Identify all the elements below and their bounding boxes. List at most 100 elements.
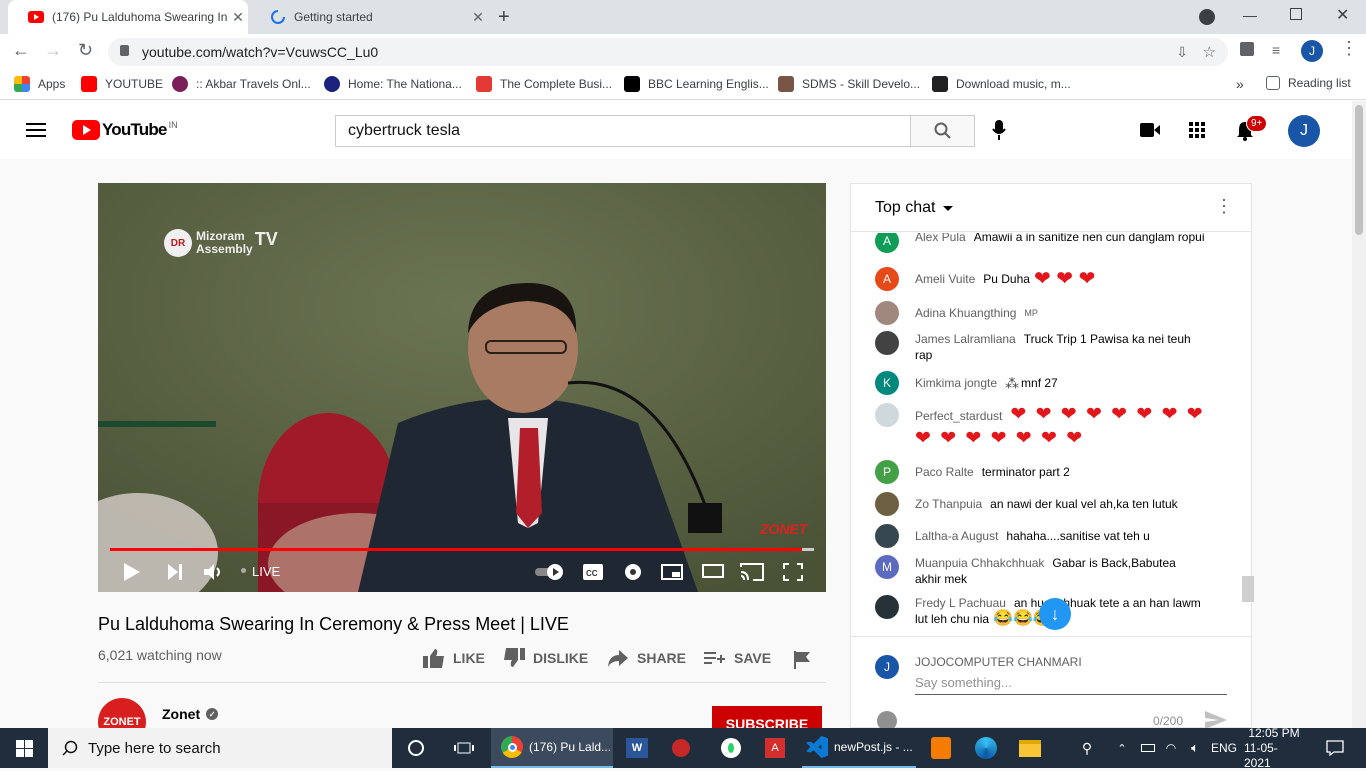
menu-kebab-icon[interactable]: ⋮ <box>1340 38 1358 59</box>
top-chat-dropdown[interactable]: Top chat <box>875 199 954 217</box>
bookmark-national[interactable]: Home: The Nationa... <box>324 76 462 92</box>
battery-icon[interactable] <box>1138 728 1158 768</box>
member-badge: MP <box>1024 308 1038 318</box>
tab-getting-started[interactable]: Getting started ✕ <box>250 0 488 34</box>
live-label[interactable]: LIVE <box>252 564 280 579</box>
chat-author: Ameli Vuite <box>915 272 976 286</box>
cortana-icon[interactable] <box>398 728 434 768</box>
chat-scrollbar[interactable] <box>1240 233 1254 636</box>
action-center-icon[interactable] <box>1320 728 1350 768</box>
voice-search-icon[interactable] <box>992 120 1006 145</box>
reading-list-button[interactable]: Reading list <box>1266 76 1351 90</box>
new-tab-icon[interactable]: + <box>498 6 510 29</box>
tab-close-icon[interactable]: ✕ <box>228 9 248 26</box>
autoplay-toggle[interactable] <box>535 563 565 586</box>
taskbar-chrome-button[interactable]: (176) Pu Lald... <box>491 728 613 768</box>
search-input[interactable]: cybertruck tesla <box>335 115 911 147</box>
apps-grid-icon[interactable] <box>1189 122 1205 143</box>
cast-icon[interactable] <box>740 563 764 586</box>
bookmark-youtube[interactable]: YOUTUBE <box>81 76 163 92</box>
chat-menu-kebab-icon[interactable]: ⋮ <box>1215 196 1233 217</box>
thumbs-up-icon <box>423 649 444 668</box>
volume-icon[interactable] <box>204 563 222 586</box>
bookmark-star-icon[interactable]: ☆ <box>1203 43 1216 61</box>
tab-close-icon[interactable]: ✕ <box>468 9 488 26</box>
captions-icon[interactable]: CC <box>583 564 603 585</box>
dislike-button[interactable]: DISLIKE <box>503 648 588 668</box>
chat-author: James Lalramliana <box>915 332 1016 346</box>
video-player[interactable]: DR Mizoram Assembly TV ZONET LIVE CC <box>98 183 826 592</box>
whatsapp-icon[interactable] <box>714 728 748 768</box>
wifi-icon[interactable]: ◠ <box>1161 728 1181 768</box>
word-icon[interactable]: W <box>620 728 654 768</box>
close-window-icon[interactable]: ✕ <box>1336 5 1349 25</box>
settings-gear-icon[interactable] <box>623 562 643 587</box>
page-scrollbar[interactable] <box>1352 101 1366 728</box>
speaker-icon[interactable]: 🔈︎ <box>1184 728 1206 768</box>
forward-icon[interactable]: → <box>44 40 62 61</box>
account-avatar[interactable]: J <box>1288 115 1320 147</box>
sublime-icon[interactable] <box>924 728 958 768</box>
virus-app-icon[interactable] <box>664 728 698 768</box>
chat-avatar <box>875 595 899 619</box>
chat-avatar <box>875 524 899 548</box>
media-control-icon[interactable]: ≡ <box>1272 42 1280 58</box>
loading-emoji-icon: ⁂ <box>1005 375 1020 391</box>
subscribe-button[interactable]: SUBSCRIBE <box>712 706 822 728</box>
save-button[interactable]: SAVE <box>704 648 771 668</box>
taskbar-vscode-button[interactable]: newPost.js - ... <box>802 728 916 768</box>
tab-youtube[interactable]: (176) Pu Lalduhoma Swearing In ✕ <box>8 0 248 34</box>
like-button[interactable]: LIKE <box>423 648 485 668</box>
profile-avatar[interactable]: J <box>1301 40 1323 62</box>
extensions-icon[interactable] <box>1240 42 1254 56</box>
restore-icon[interactable] <box>1290 8 1302 20</box>
create-video-icon[interactable] <box>1140 123 1160 142</box>
show-hidden-icons-icon[interactable]: ⌃ <box>1112 728 1132 768</box>
file-explorer-icon[interactable] <box>1013 728 1047 768</box>
back-icon[interactable]: ← <box>12 40 30 61</box>
search-button[interactable] <box>910 115 975 147</box>
clock[interactable]: 12:05 PM 11-05-2021 <box>1244 726 1304 770</box>
share-icon <box>608 650 628 667</box>
scroll-down-arrow-icon[interactable]: ↓ <box>1039 598 1071 630</box>
install-icon[interactable]: ⇩ <box>1176 44 1188 61</box>
playlist-add-icon <box>704 652 725 664</box>
theater-mode-icon[interactable] <box>702 564 724 583</box>
chat-input-area: J JOJOCOMPUTER CHANMARI Say something...… <box>851 636 1251 731</box>
language-indicator[interactable]: ENG <box>1208 728 1240 768</box>
bookmark-akbar[interactable]: :: Akbar Travels Onl... <box>172 76 311 92</box>
people-icon[interactable]: ⚲ <box>1076 728 1098 768</box>
edge-icon[interactable] <box>969 728 1003 768</box>
progress-bar[interactable] <box>110 548 814 551</box>
youtube-logo[interactable]: YouTube IN <box>72 120 178 140</box>
bookmark-apps[interactable]: Apps <box>14 76 65 92</box>
bookmark-complete-busi[interactable]: The Complete Busi... <box>476 76 612 92</box>
report-flag-icon[interactable] <box>794 651 810 674</box>
bookmark-download-music[interactable]: Download music, m... <box>932 76 1071 92</box>
channel-name-row[interactable]: Zonet ✓ <box>162 706 219 722</box>
bookmarks-more-icon[interactable]: » <box>1236 76 1244 92</box>
vscode-taskbar-label: newPost.js - ... <box>834 740 913 754</box>
bookmark-sdms[interactable]: SDMS - Skill Develo... <box>778 76 920 92</box>
bookmark-bbc[interactable]: BBC Learning Englis... <box>624 76 769 92</box>
notification-badge: 9+ <box>1246 115 1268 132</box>
scrollbar-thumb[interactable] <box>1355 105 1363 235</box>
task-view-icon[interactable] <box>444 728 484 768</box>
taskbar-search-box[interactable]: Type here to search <box>48 728 392 768</box>
start-windows-icon[interactable] <box>0 728 48 768</box>
reload-icon[interactable]: ↻ <box>78 40 93 61</box>
chat-input-field[interactable]: Say something... <box>915 675 1227 695</box>
share-button[interactable]: SHARE <box>607 648 686 668</box>
chat-message: K Kimkima jongte ⁂ mnf 27 <box>875 371 1205 395</box>
acrobat-icon[interactable]: A <box>758 728 792 768</box>
play-icon[interactable] <box>124 563 140 586</box>
chat-scrollbar-thumb[interactable] <box>1242 576 1254 602</box>
next-icon[interactable] <box>168 564 182 585</box>
fullscreen-icon[interactable] <box>783 563 803 586</box>
miniplayer-icon[interactable] <box>661 564 683 585</box>
tab-search-icon[interactable] <box>1199 9 1215 25</box>
minimize-icon[interactable]: — <box>1243 7 1257 23</box>
address-bar[interactable]: youtube.com/watch?v=VcuwsCC_Lu0 ⇩ ☆ <box>108 38 1228 66</box>
hamburger-menu-icon[interactable] <box>26 123 46 137</box>
reading-list-icon <box>1266 76 1280 90</box>
